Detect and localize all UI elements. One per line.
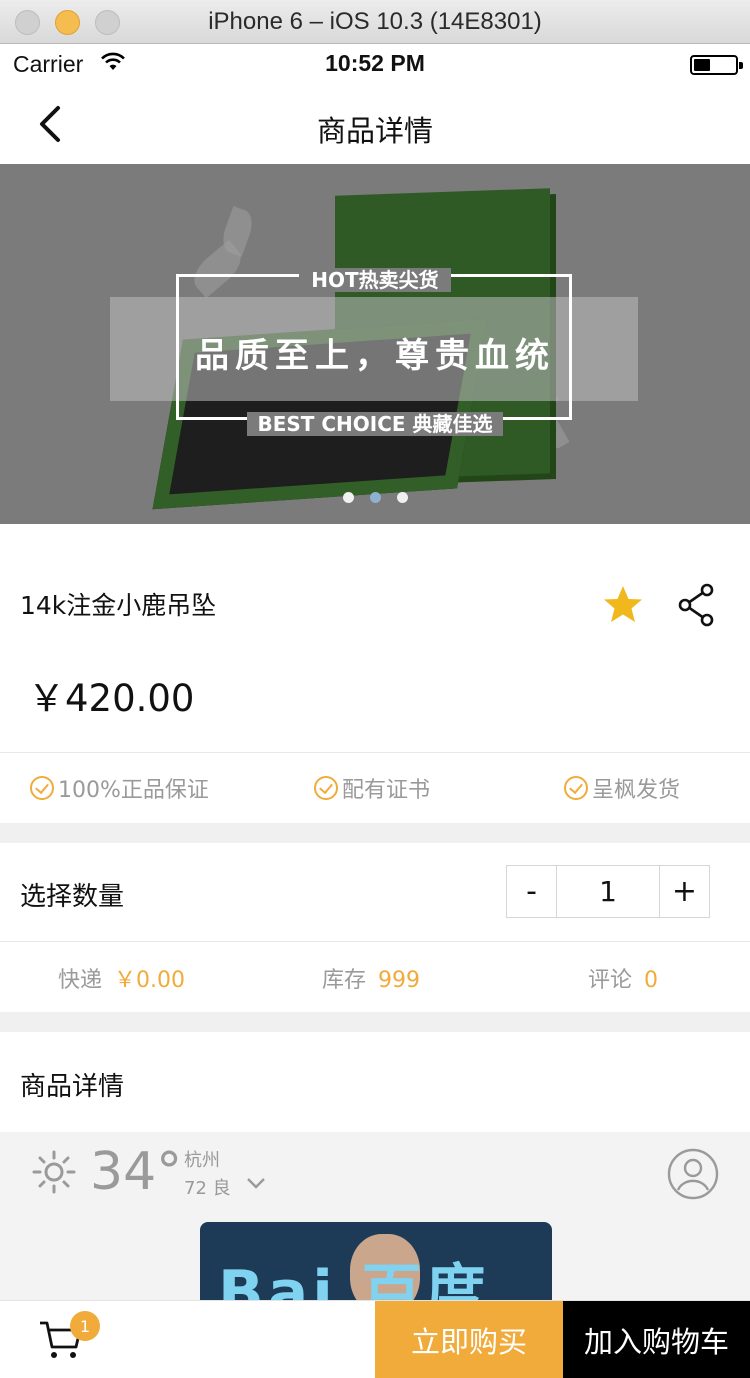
quantity-increase-button[interactable]: + bbox=[659, 866, 709, 917]
banner-hot-label: HOT热卖尖货 bbox=[0, 264, 750, 293]
guarantee-label: 配有证书 bbox=[342, 778, 431, 803]
buy-now-button[interactable]: 立即购买 bbox=[375, 1301, 563, 1378]
quantity-decrease-button[interactable]: - bbox=[507, 866, 557, 917]
product-banner-carousel[interactable]: HOT热卖尖货 品质至上，尊贵血统 BEST CHOICE 典藏佳选 bbox=[0, 164, 750, 524]
banner-slogan: 品质至上，尊贵血统 bbox=[195, 336, 555, 376]
favorite-star-icon[interactable] bbox=[601, 584, 645, 626]
share-icon[interactable] bbox=[678, 583, 716, 627]
product-name: 14k注金小鹿吊坠 bbox=[20, 591, 217, 620]
details-section-title: 商品详情 bbox=[20, 1072, 125, 1102]
quantity-stepper: - 1 + bbox=[506, 865, 710, 918]
status-bar: Carrier 10:52 PM bbox=[0, 44, 750, 86]
shipping-value: ￥0.00 bbox=[114, 968, 186, 993]
comments-info[interactable]: 评论 0 bbox=[588, 962, 658, 994]
carousel-page-indicator[interactable] bbox=[0, 492, 750, 503]
stock-label: 库存 bbox=[322, 968, 367, 993]
details-webview[interactable]: 34° 杭州 72 良 Bai 百度 bbox=[0, 1132, 750, 1300]
baidu-doodle-logo[interactable]: Bai 百度 bbox=[200, 1222, 552, 1300]
weather-temperature: 34° bbox=[90, 1142, 183, 1202]
check-circle-icon bbox=[30, 776, 54, 800]
navigation-bar: 商品详情 bbox=[0, 86, 750, 164]
comments-value: 0 bbox=[644, 968, 659, 993]
section-gap bbox=[0, 823, 750, 843]
guarantee-authentic: 100%正品保证 bbox=[30, 772, 209, 804]
section-gap bbox=[0, 1012, 750, 1032]
guarantee-certificate: 配有证书 bbox=[314, 772, 430, 804]
carousel-dot-active[interactable] bbox=[369, 492, 381, 503]
bottom-action-bar: 1 立即购买 加入购物车 bbox=[0, 1300, 750, 1378]
page-title: 商品详情 bbox=[316, 114, 433, 148]
chevron-down-icon[interactable] bbox=[246, 1176, 266, 1190]
comments-label: 评论 bbox=[588, 968, 633, 993]
simulator-title: iPhone 6 – iOS 10.3 (14E8301) bbox=[208, 8, 542, 35]
quantity-label: 选择数量 bbox=[20, 882, 125, 912]
add-to-cart-button[interactable]: 加入购物车 bbox=[563, 1301, 750, 1378]
guarantee-label: 100%正品保证 bbox=[58, 778, 209, 803]
guarantee-label: 呈枫发货 bbox=[592, 778, 681, 803]
status-time: 10:52 PM bbox=[325, 50, 425, 76]
simulator-titlebar: iPhone 6 – iOS 10.3 (14E8301) bbox=[0, 0, 750, 44]
shipping-info: 快递 ￥0.00 bbox=[58, 962, 185, 994]
check-circle-icon bbox=[564, 776, 588, 800]
check-circle-icon bbox=[314, 776, 338, 800]
stock-info: 库存 999 bbox=[322, 962, 420, 994]
carousel-dot[interactable] bbox=[396, 492, 408, 503]
weather-aqi: 72 良 bbox=[184, 1178, 231, 1199]
sun-icon bbox=[32, 1150, 76, 1194]
user-avatar-icon[interactable] bbox=[667, 1148, 719, 1200]
cart-count-badge: 1 bbox=[70, 1311, 100, 1341]
weather-city: 杭州 bbox=[184, 1150, 220, 1171]
shipping-label: 快递 bbox=[58, 968, 103, 993]
product-price: ￥420.00 bbox=[28, 677, 195, 720]
guarantee-shipping: 呈枫发货 bbox=[564, 772, 680, 804]
divider bbox=[0, 752, 750, 753]
stock-value: 999 bbox=[378, 968, 421, 993]
divider bbox=[0, 941, 750, 942]
carousel-dot[interactable] bbox=[342, 492, 354, 503]
doodle-text: Bai 百度 bbox=[218, 1258, 490, 1300]
banner-best-label: BEST CHOICE 典藏佳选 bbox=[0, 408, 750, 437]
battery-icon bbox=[690, 55, 743, 75]
quantity-value[interactable]: 1 bbox=[557, 866, 659, 917]
